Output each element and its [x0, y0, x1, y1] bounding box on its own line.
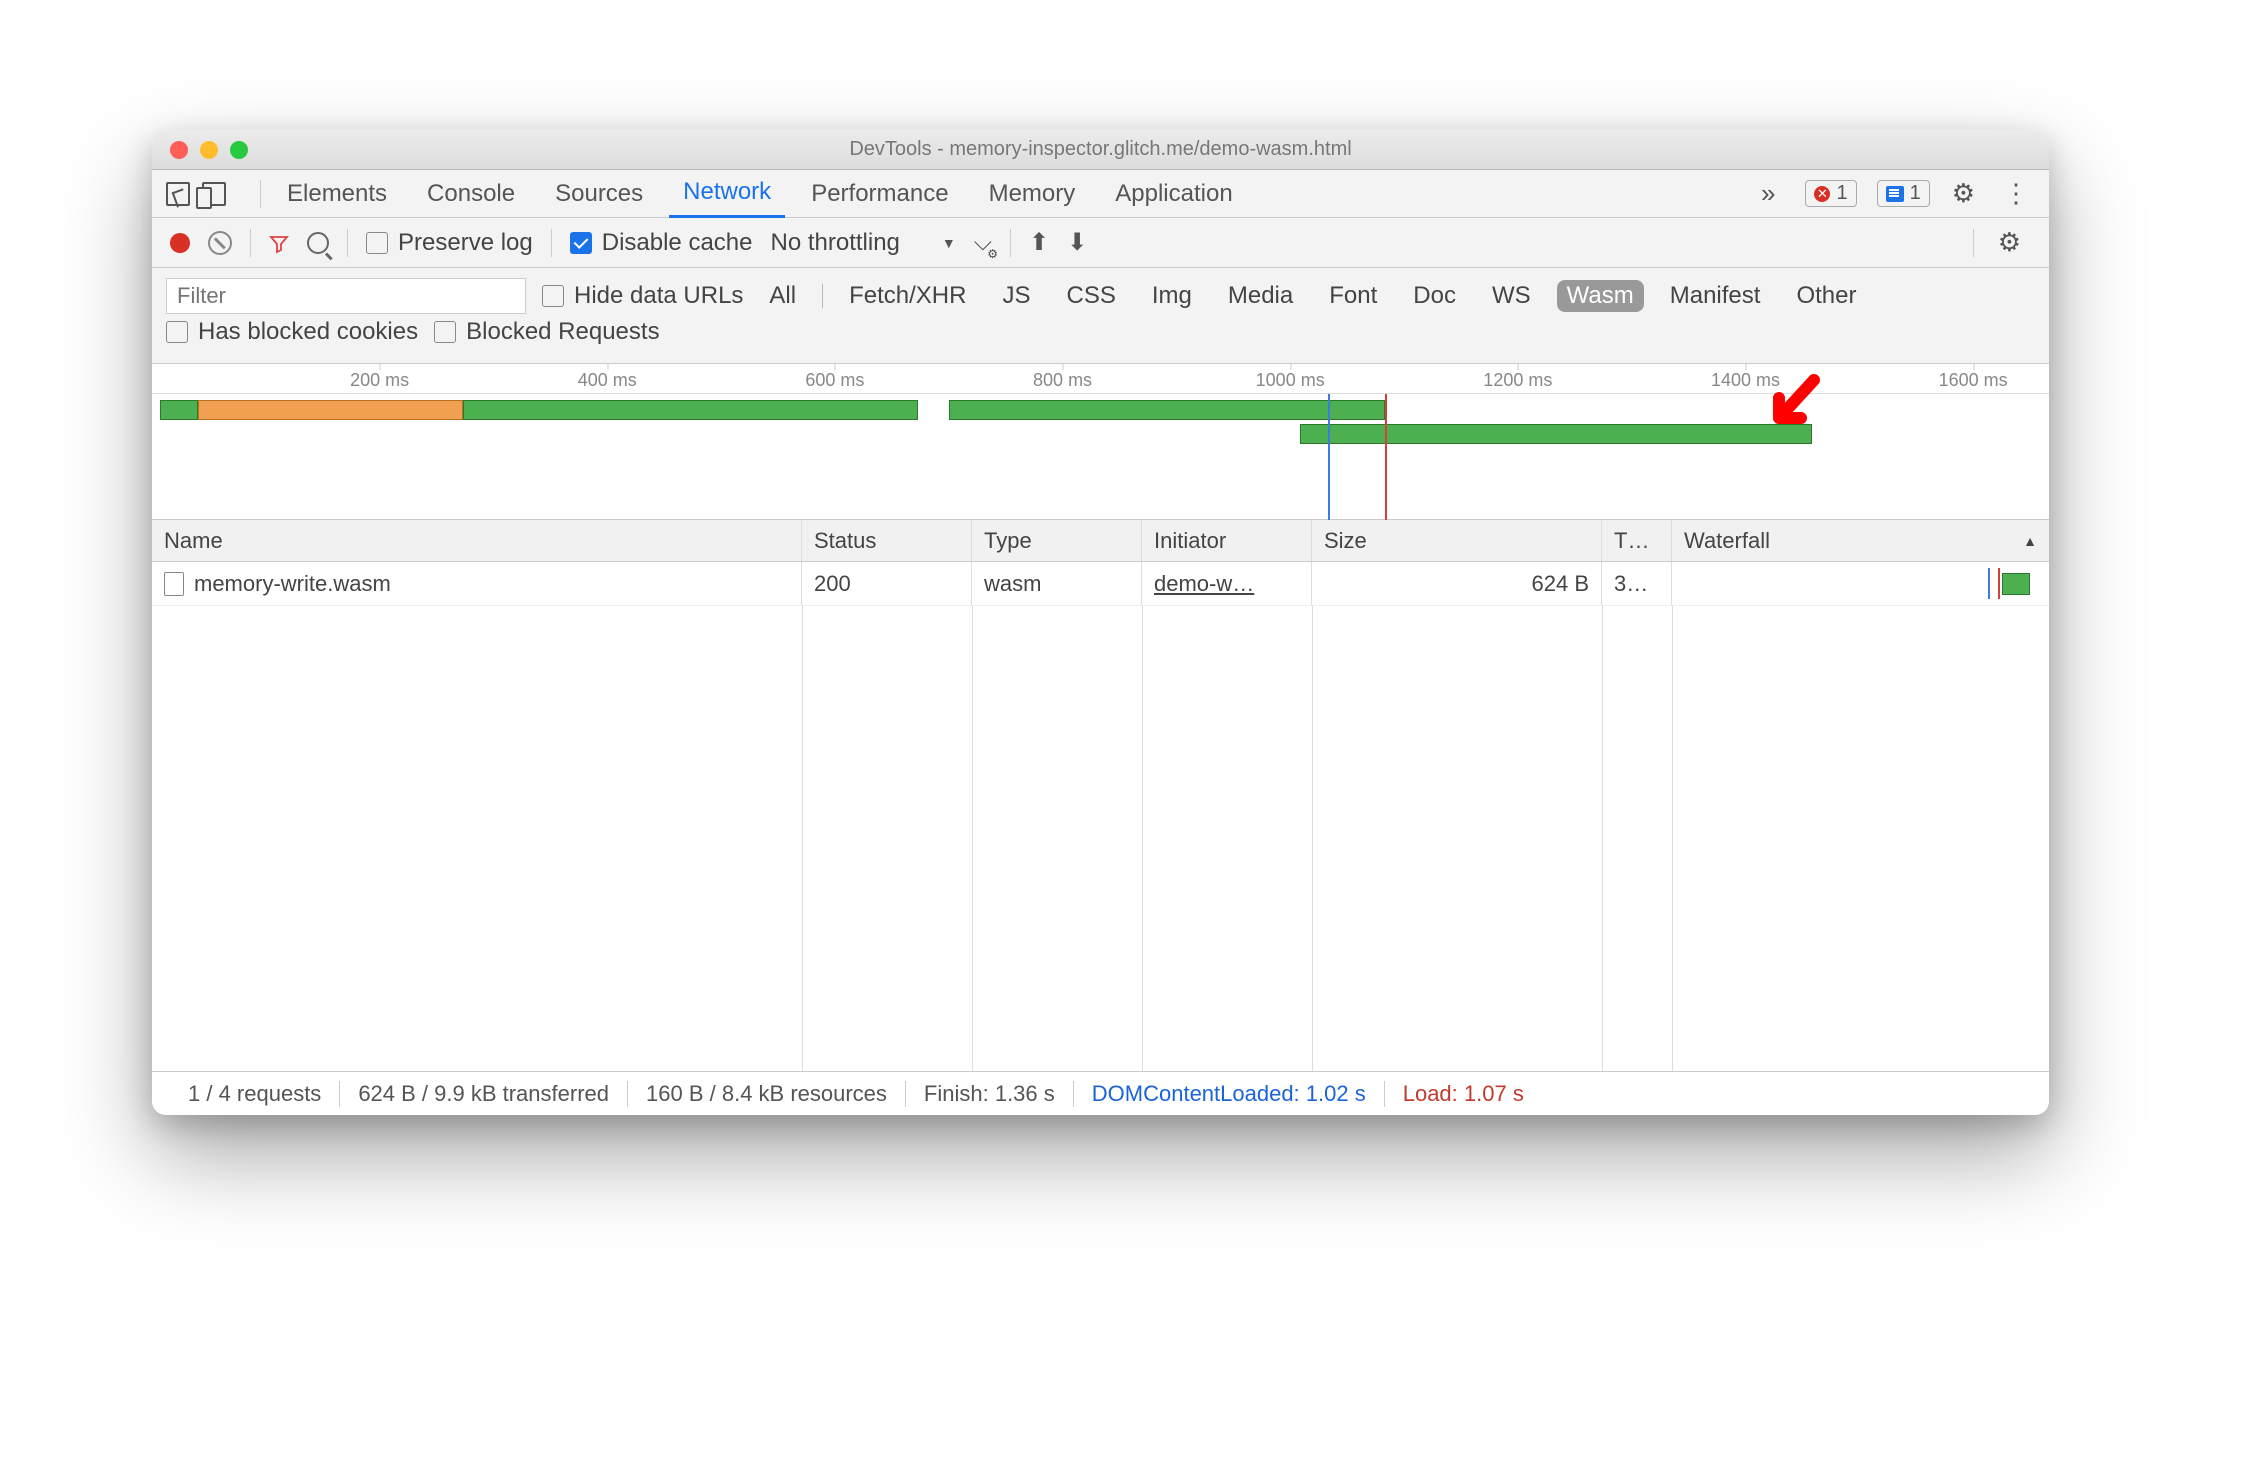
filter-type-css[interactable]: CSS — [1056, 280, 1125, 312]
inspect-element-icon[interactable] — [166, 182, 190, 206]
window-controls — [170, 141, 248, 159]
close-window-button[interactable] — [170, 141, 188, 159]
clear-button[interactable] — [208, 231, 232, 255]
hide-data-urls-checkbox[interactable] — [542, 285, 564, 307]
col-size[interactable]: Size — [1312, 520, 1602, 561]
filter-type-doc[interactable]: Doc — [1403, 280, 1466, 312]
tab-performance[interactable]: Performance — [797, 171, 962, 217]
col-waterfall[interactable]: Waterfall▲ — [1672, 520, 2049, 561]
timeline-overview[interactable]: 200 ms 400 ms 600 ms 800 ms 1000 ms 1200… — [152, 364, 2049, 520]
file-icon — [164, 572, 184, 596]
status-load: Load: 1.07 s — [1385, 1081, 1542, 1107]
filter-input[interactable] — [166, 278, 526, 314]
status-resources: 160 B / 8.4 kB resources — [628, 1081, 905, 1107]
window-title: DevTools - memory-inspector.glitch.me/de… — [152, 138, 2049, 161]
status-dcl: DOMContentLoaded: 1.02 s — [1074, 1081, 1384, 1107]
filter-type-js[interactable]: JS — [992, 280, 1040, 312]
throttling-select[interactable]: No throttling▼ — [770, 229, 955, 257]
disable-cache-control[interactable]: Disable cache — [570, 229, 753, 257]
toggle-device-toolbar-icon[interactable] — [202, 182, 226, 206]
message-icon — [1886, 186, 1904, 202]
tab-elements[interactable]: Elements — [273, 171, 401, 217]
status-bar: 1 / 4 requests 624 B / 9.9 kB transferre… — [152, 1071, 2049, 1115]
titlebar: DevTools - memory-inspector.glitch.me/de… — [152, 130, 2049, 170]
error-icon: ✕ — [1814, 186, 1830, 202]
network-settings-gear-icon[interactable]: ⚙ — [1988, 227, 2031, 258]
tab-memory[interactable]: Memory — [975, 171, 1090, 217]
zoom-window-button[interactable] — [230, 141, 248, 159]
preserve-log-checkbox[interactable] — [366, 232, 388, 254]
record-button[interactable] — [170, 233, 190, 253]
filter-type-img[interactable]: Img — [1142, 280, 1202, 312]
tabs-overflow-button[interactable]: » — [1751, 178, 1785, 209]
blocked-cookies-checkbox[interactable] — [166, 321, 188, 343]
blocked-requests-control[interactable]: Blocked Requests — [434, 318, 659, 346]
filter-type-all[interactable]: All — [759, 280, 806, 312]
panel-tabs: Elements Console Sources Network Perform… — [152, 170, 2049, 218]
blocked-cookies-control[interactable]: Has blocked cookies — [166, 318, 418, 346]
network-conditions-icon[interactable]: ⌵ — [974, 229, 992, 257]
filter-type-media[interactable]: Media — [1218, 280, 1303, 312]
blocked-requests-checkbox[interactable] — [434, 321, 456, 343]
tab-application[interactable]: Application — [1101, 171, 1246, 217]
minimize-window-button[interactable] — [200, 141, 218, 159]
disable-cache-checkbox[interactable] — [570, 232, 592, 254]
tab-sources[interactable]: Sources — [541, 171, 657, 217]
table-row[interactable]: memory-write.wasm 200 wasm demo-w… 624 B… — [152, 562, 2049, 606]
filter-type-wasm[interactable]: Wasm — [1557, 280, 1644, 312]
errors-badge[interactable]: ✕1 — [1805, 180, 1856, 207]
status-finish: Finish: 1.36 s — [906, 1081, 1073, 1107]
network-toolbar: Preserve log Disable cache No throttling… — [152, 218, 2049, 268]
filter-type-fetch[interactable]: Fetch/XHR — [839, 280, 976, 312]
messages-badge[interactable]: 1 — [1877, 180, 1930, 207]
tab-console[interactable]: Console — [413, 171, 529, 217]
table-header: Name Status Type Initiator Size T… Water… — [152, 520, 2049, 562]
filter-toggle-icon[interactable] — [269, 233, 289, 253]
filter-type-font[interactable]: Font — [1319, 280, 1387, 312]
status-transferred: 624 B / 9.9 kB transferred — [340, 1081, 627, 1107]
filter-type-ws[interactable]: WS — [1482, 280, 1541, 312]
filter-bar: Hide data URLs All Fetch/XHR JS CSS Img … — [152, 268, 2049, 364]
hide-data-urls-control[interactable]: Hide data URLs — [542, 282, 743, 310]
col-time[interactable]: T… — [1602, 520, 1672, 561]
upload-har-icon[interactable]: ⬆ — [1029, 228, 1049, 257]
more-menu-icon[interactable]: ⋮ — [1997, 178, 2035, 209]
search-icon[interactable] — [307, 232, 329, 254]
filter-type-manifest[interactable]: Manifest — [1660, 280, 1771, 312]
col-status[interactable]: Status — [802, 520, 972, 561]
col-name[interactable]: Name — [152, 520, 802, 561]
sort-asc-icon: ▲ — [2023, 533, 2037, 549]
download-har-icon[interactable]: ⬇ — [1067, 228, 1087, 257]
col-type[interactable]: Type — [972, 520, 1142, 561]
table-empty-area — [152, 606, 2049, 1071]
status-requests: 1 / 4 requests — [170, 1081, 339, 1107]
tab-network[interactable]: Network — [669, 169, 785, 218]
chevron-down-icon: ▼ — [942, 235, 956, 251]
initiator-link[interactable]: demo-w… — [1154, 571, 1254, 597]
settings-gear-icon[interactable]: ⚙ — [1942, 178, 1985, 209]
preserve-log-control[interactable]: Preserve log — [366, 229, 533, 257]
filter-type-other[interactable]: Other — [1786, 280, 1866, 312]
col-initiator[interactable]: Initiator — [1142, 520, 1312, 561]
